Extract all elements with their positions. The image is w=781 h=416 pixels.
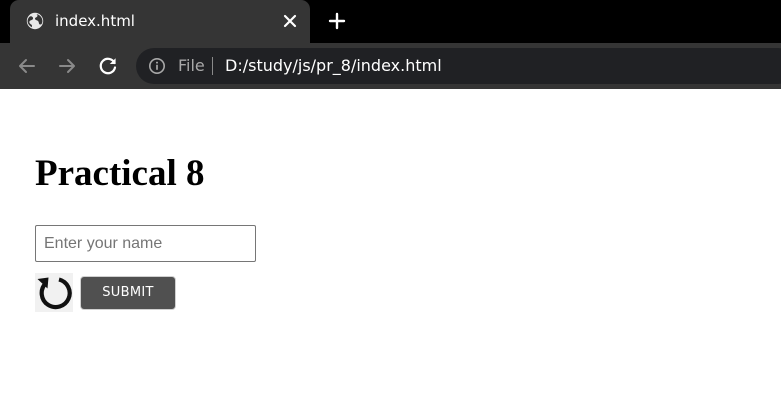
- omnibox-divider: [212, 57, 213, 75]
- info-icon[interactable]: [148, 57, 166, 75]
- browser-toolbar: File D:/study/js/pr_8/index.html: [0, 43, 781, 89]
- tab-strip: index.html: [0, 0, 781, 43]
- page-title: Practical 8: [35, 153, 205, 194]
- url-text[interactable]: D:/study/js/pr_8/index.html: [225, 57, 442, 75]
- plus-icon[interactable]: [328, 12, 346, 30]
- name-input[interactable]: [35, 225, 256, 262]
- reload-icon[interactable]: [96, 54, 120, 78]
- arrow-left-icon[interactable]: [15, 54, 39, 78]
- reset-button[interactable]: [35, 273, 73, 312]
- arrow-right-icon[interactable]: [55, 54, 79, 78]
- tab-title: index.html: [55, 12, 135, 30]
- browser-tab[interactable]: index.html: [10, 0, 310, 43]
- close-icon[interactable]: [281, 12, 299, 30]
- reset-arrow-icon: [35, 273, 73, 312]
- globe-icon: [26, 12, 44, 30]
- address-bar[interactable]: File D:/study/js/pr_8/index.html: [136, 48, 781, 84]
- submit-button[interactable]: SUBMIT: [80, 276, 176, 310]
- scheme-label: File: [178, 56, 205, 75]
